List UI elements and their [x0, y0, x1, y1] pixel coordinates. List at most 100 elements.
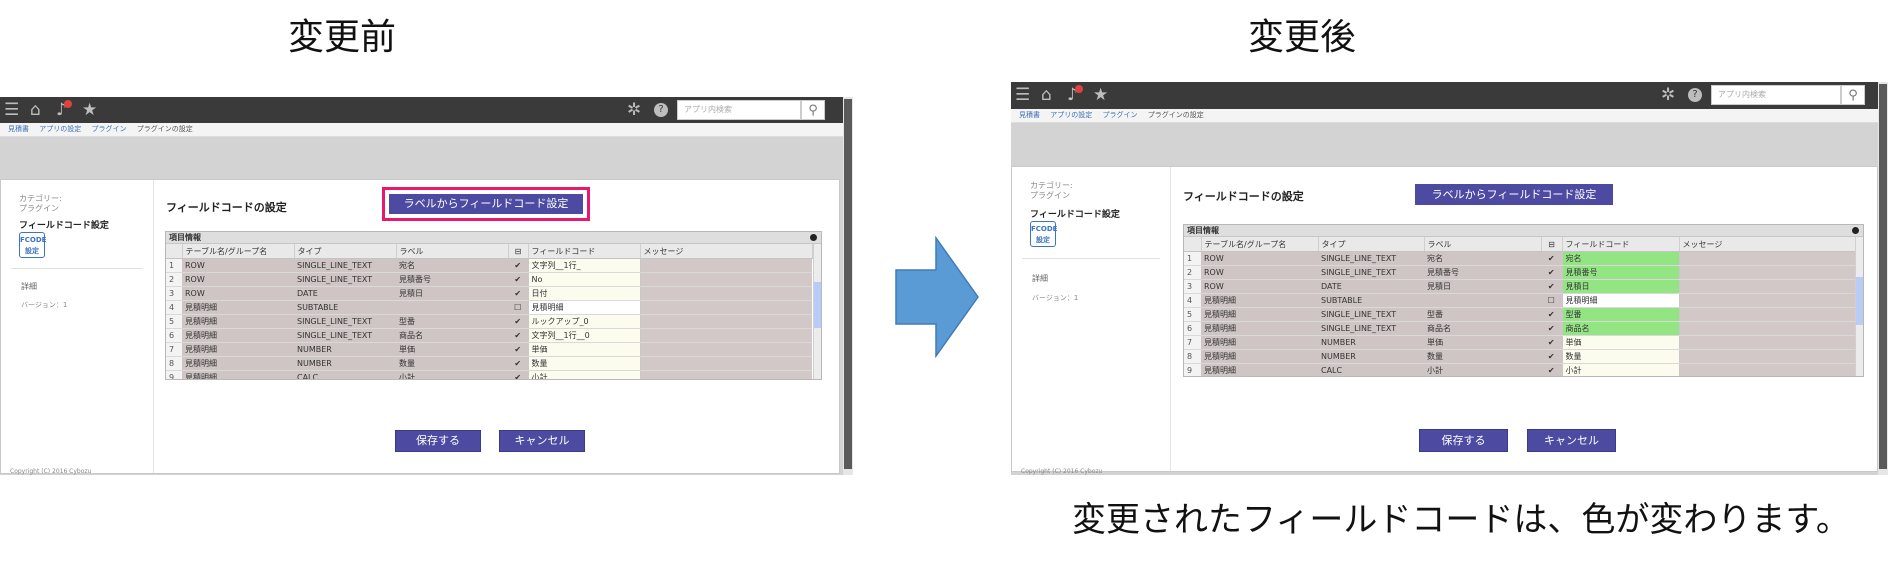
col-header-no — [166, 244, 183, 259]
row-number: 8 — [1184, 349, 1201, 364]
row-checkbox[interactable]: ✔ — [1541, 335, 1562, 350]
row-checkbox[interactable]: ✔ — [508, 356, 528, 371]
row-checkbox[interactable]: ✔ — [508, 342, 528, 357]
search-input[interactable]: アプリ内検索 — [1711, 85, 1841, 105]
row-checkbox[interactable]: ✔ — [1541, 321, 1562, 336]
row-checkbox[interactable]: ✔ — [1541, 279, 1562, 294]
row-checkbox[interactable]: ✔ — [508, 272, 528, 287]
type-cell: SUBTABLE — [294, 300, 396, 315]
window-scrollbar[interactable] — [1878, 82, 1888, 475]
row-checkbox[interactable]: ☐ — [1541, 293, 1562, 308]
field-code-cell[interactable]: 日付 — [527, 286, 640, 301]
field-code-cell[interactable]: 宛名 — [1561, 251, 1679, 266]
field-code-cell[interactable]: 小計 — [527, 370, 640, 379]
help-icon[interactable]: ? — [654, 103, 668, 117]
field-code-cell[interactable]: No — [527, 272, 640, 287]
home-icon[interactable]: ⌂ — [30, 100, 41, 120]
field-code-cell[interactable]: 見積番号 — [1561, 265, 1679, 280]
home-icon[interactable]: ⌂ — [1041, 85, 1052, 105]
breadcrumb-item[interactable]: プラグイン — [91, 125, 126, 133]
field-code-cell[interactable]: 単価 — [1561, 335, 1679, 350]
field-code-cell[interactable]: 文字列__1行_ — [527, 258, 640, 273]
row-number: 5 — [1184, 307, 1201, 322]
row-number: 1 — [166, 258, 182, 273]
notification-badge — [1075, 85, 1083, 93]
field-code-cell[interactable]: 型番 — [1561, 307, 1679, 322]
grid-scrollbar[interactable] — [1855, 237, 1863, 376]
grid-scrollbar[interactable] — [813, 244, 821, 379]
row-checkbox[interactable]: ✔ — [1541, 265, 1562, 280]
cancel-button[interactable]: キャンセル — [1527, 429, 1616, 452]
save-button[interactable]: 保存する — [1419, 429, 1508, 452]
table-name-cell: ROW — [1201, 279, 1318, 294]
label-cell: 単価 — [396, 342, 508, 357]
field-code-cell[interactable]: 見積明細 — [1561, 293, 1679, 308]
row-checkbox[interactable]: ✔ — [1541, 349, 1562, 364]
star-icon[interactable]: ★ — [1093, 85, 1108, 105]
row-checkbox[interactable]: ✔ — [508, 286, 528, 301]
row-checkbox[interactable]: ✔ — [508, 314, 528, 329]
type-cell: SINGLE_LINE_TEXT — [1318, 251, 1424, 266]
search-button[interactable]: ⚲ — [1841, 85, 1865, 105]
breadcrumb-item[interactable]: 見積書 — [1019, 111, 1040, 119]
star-icon[interactable]: ★ — [82, 100, 97, 120]
collapse-icon[interactable] — [810, 234, 817, 241]
search-input[interactable]: アプリ内検索 — [677, 100, 801, 120]
details-link[interactable]: 詳細 — [21, 281, 37, 292]
table-name-cell: 見積明細 — [1201, 321, 1318, 336]
row-checkbox[interactable]: ✔ — [1541, 251, 1562, 266]
breadcrumb: 見積書 アプリの設定 プラグイン プラグインの設定 — [0, 123, 853, 137]
table-name-cell: 見積明細 — [182, 356, 294, 371]
field-code-cell[interactable]: 商品名 — [1561, 321, 1679, 336]
caption: 変更されたフィールドコードは、色が変わります。 — [1072, 500, 1850, 540]
search-button[interactable]: ⚲ — [801, 100, 825, 120]
row-checkbox[interactable]: ✔ — [508, 258, 528, 273]
version-text: バージョン：1 — [21, 301, 68, 309]
row-checkbox[interactable]: ✔ — [508, 370, 528, 379]
cancel-button[interactable]: キャンセル — [499, 430, 585, 452]
breadcrumb-item[interactable]: アプリの設定 — [1050, 111, 1092, 119]
row-checkbox[interactable]: ✔ — [1541, 307, 1562, 322]
field-code-cell[interactable]: 小計 — [1561, 363, 1679, 376]
field-code-cell[interactable]: ルックアップ_0 — [527, 314, 640, 329]
table-name-cell: 見積明細 — [182, 328, 294, 343]
row-checkbox[interactable]: ✔ — [1541, 363, 1562, 376]
label-cell: 商品名 — [1424, 321, 1541, 336]
label-cell: 見積日 — [1424, 279, 1541, 294]
message-cell — [1678, 363, 1857, 376]
menu-icon[interactable]: ☰ — [4, 100, 19, 120]
row-checkbox[interactable]: ☐ — [508, 300, 528, 315]
table-name-cell: ROW — [182, 258, 294, 273]
label-to-code-button[interactable]: ラベルからフィールドコード設定 — [382, 187, 590, 221]
field-code-cell[interactable]: 見積日 — [1561, 279, 1679, 294]
row-checkbox[interactable]: ✔ — [508, 328, 528, 343]
screenshot-before: ☰ ⌂ ♪ ★ ✲ ? アプリ内検索 ⚲ 見積書 アプリの設定 プラグイン プラ… — [0, 97, 853, 475]
gear-icon[interactable]: ✲ — [627, 100, 641, 120]
collapse-icon[interactable] — [1852, 227, 1859, 234]
details-link[interactable]: 詳細 — [1032, 273, 1048, 284]
help-icon[interactable]: ? — [1688, 88, 1702, 102]
breadcrumb-item[interactable]: アプリの設定 — [39, 125, 81, 133]
field-code-cell[interactable]: 見積明細 — [527, 300, 640, 315]
section-title: フィールドコードの設定 — [166, 201, 287, 214]
copyright: Copyright (C) 2016 Cybozu — [10, 468, 92, 475]
breadcrumb-item[interactable]: プラグイン — [1102, 111, 1137, 119]
col-header-toggle-all[interactable]: ⊟ — [508, 244, 529, 259]
menu-icon[interactable]: ☰ — [1015, 85, 1030, 105]
field-code-cell[interactable]: 数量 — [1561, 349, 1679, 364]
field-code-cell[interactable]: 単価 — [527, 342, 640, 357]
message-cell — [639, 300, 812, 315]
field-code-cell[interactable]: 数量 — [527, 356, 640, 371]
save-button[interactable]: 保存する — [395, 430, 481, 452]
window-scrollbar[interactable] — [843, 97, 853, 475]
field-code-cell[interactable]: 文字列__1行__0 — [527, 328, 640, 343]
breadcrumb-item[interactable]: 見積書 — [8, 125, 29, 133]
type-cell: NUMBER — [1318, 335, 1424, 350]
label-to-code-button[interactable]: ラベルからフィールドコード設定 — [1415, 184, 1613, 205]
table-name-cell: 見積明細 — [1201, 335, 1318, 350]
table-row: 8 見積明細 NUMBER 数量 ✔ 数量 — [1184, 349, 1857, 364]
col-header-toggle-all[interactable]: ⊟ — [1541, 237, 1563, 252]
table-row: 5 見積明細 SINGLE_LINE_TEXT 型番 ✔ ルックアップ_0 — [166, 314, 812, 329]
gear-icon[interactable]: ✲ — [1661, 85, 1675, 105]
row-number: 5 — [166, 314, 182, 329]
